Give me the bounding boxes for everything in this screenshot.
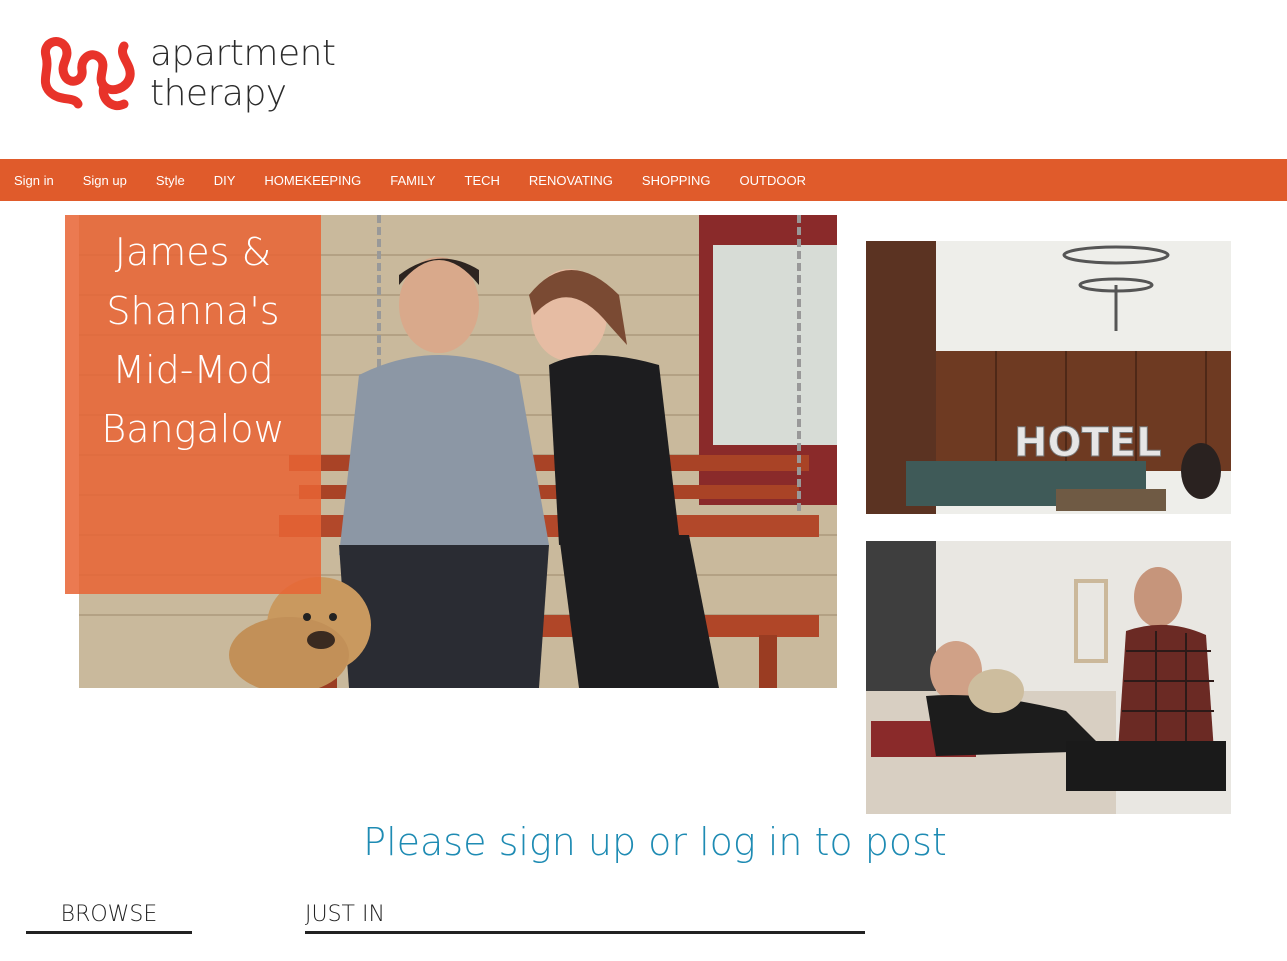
just-in-heading[interactable]: JUST IN <box>305 902 865 934</box>
logo-line-2: therapy <box>150 73 287 114</box>
nav-sign-in[interactable]: Sign in <box>14 173 54 188</box>
nav-diy[interactable]: DIY <box>214 173 236 188</box>
logo-wordmark: apartment therapy <box>150 34 336 114</box>
logo-line-1: apartment <box>150 33 336 74</box>
nav-outdoor[interactable]: OUTDOOR <box>740 173 806 188</box>
hero-caption-line-1: James & <box>114 230 272 274</box>
site-logo[interactable]: apartment therapy <box>38 34 336 114</box>
hero-caption-line-4: Bangalow <box>101 407 285 451</box>
hero-caption-line-3: Mid-Mod <box>112 348 274 392</box>
browse-heading[interactable]: BROWSE <box>26 902 192 934</box>
hero-caption-line-2: Shanna's <box>106 289 280 333</box>
nav-homekeeping[interactable]: HOMEKEEPING <box>264 173 361 188</box>
nav-shopping[interactable]: SHOPPING <box>642 173 711 188</box>
thumbnail-living-room[interactable] <box>866 541 1231 814</box>
main-nav: Sign in Sign up Style DIY HOMEKEEPING FA… <box>0 159 1287 201</box>
nav-style[interactable]: Style <box>156 173 185 188</box>
hero-caption[interactable]: James & Shanna's Mid-Mod Bangalow <box>65 215 321 594</box>
thumbnail-hotel-lobby[interactable]: HOTEL <box>866 241 1231 514</box>
nav-renovating[interactable]: RENOVATING <box>529 173 613 188</box>
hotel-sign-text: HOTEL <box>1014 420 1162 466</box>
nav-sign-up[interactable]: Sign up <box>83 173 127 188</box>
nav-family[interactable]: FAMILY <box>390 173 435 188</box>
nav-tech[interactable]: TECH <box>465 173 500 188</box>
sign-up-login-prompt[interactable]: Please sign up or log in to post <box>0 820 1287 864</box>
squiggle-logo-icon <box>40 37 135 110</box>
